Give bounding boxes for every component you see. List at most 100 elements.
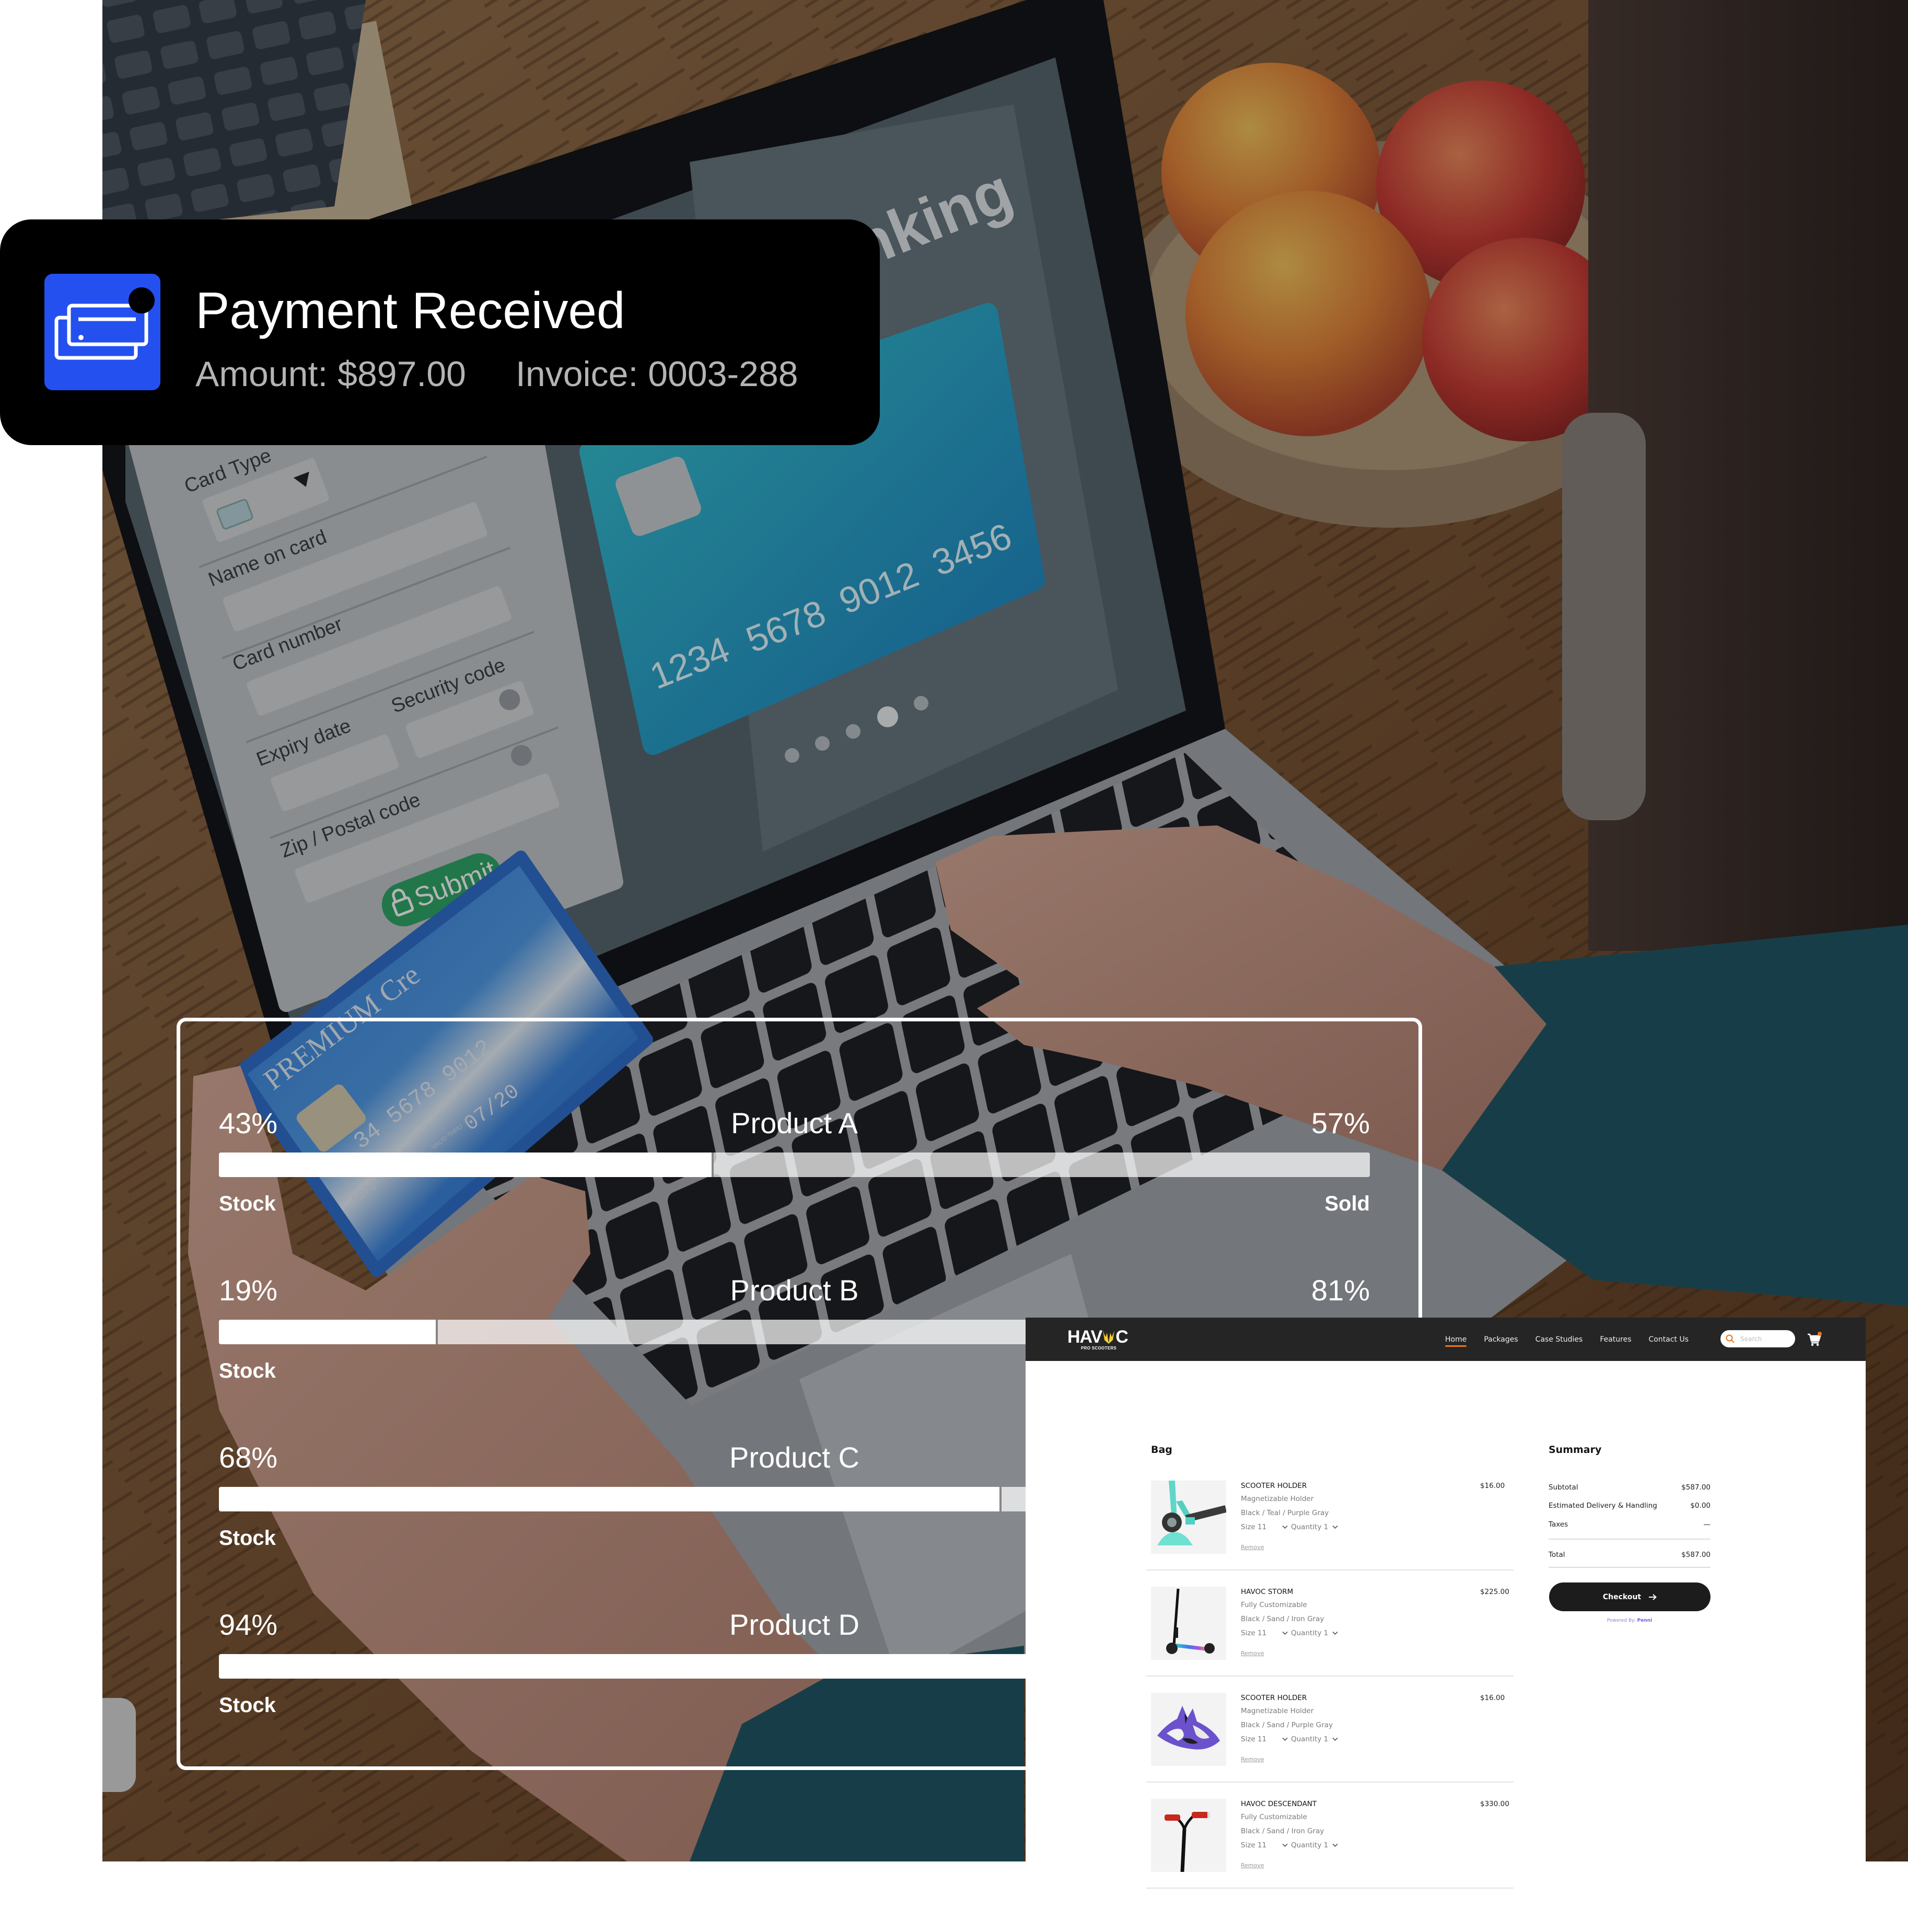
item-color: Black / Sand / Iron Gray <box>1241 1827 1324 1835</box>
taxes-row: Taxes — <box>1549 1519 1711 1530</box>
cart-button[interactable] <box>1807 1331 1822 1347</box>
size-value: Size 11 <box>1241 1735 1267 1743</box>
cart-badge <box>1818 1332 1822 1336</box>
chevron-down-icon <box>1332 1631 1338 1635</box>
size-select[interactable]: Size 11 <box>1241 1840 1288 1850</box>
stock-label: Stock <box>219 1527 276 1550</box>
item-name: HAVOC STORM <box>1241 1588 1294 1596</box>
size-value: Size 11 <box>1241 1841 1267 1849</box>
powered-by-brand[interactable]: Penni <box>1637 1618 1653 1623</box>
sold-label: Sold <box>1324 1192 1370 1215</box>
sold-percent: 57% <box>1311 1107 1370 1139</box>
quantity-select[interactable]: Quantity 1 <box>1291 1840 1338 1850</box>
flame-icon <box>1103 1331 1115 1344</box>
stock-progress-fill <box>219 1320 438 1344</box>
product-image-neo-chrome-scooter[interactable] <box>1151 1587 1226 1660</box>
size-value: Size 11 <box>1241 1629 1267 1637</box>
summary-title: Summary <box>1549 1444 1602 1456</box>
size-select[interactable]: Size 11 <box>1241 1628 1288 1638</box>
item-price: $16.00 <box>1480 1482 1505 1490</box>
quantity-select[interactable]: Quantity 1 <box>1291 1522 1338 1532</box>
product-image-teal-scooter-holder[interactable] <box>1151 1481 1226 1554</box>
bag-title: Bag <box>1151 1444 1172 1456</box>
stock-label: Stock <box>219 1359 276 1382</box>
delivery-row: Estimated Delivery & Handling $0.00 <box>1549 1500 1711 1511</box>
powered-by-label: Powered By: <box>1607 1618 1636 1623</box>
logo-text-left: HAV <box>1067 1327 1102 1347</box>
logo-text-right: C <box>1115 1327 1128 1347</box>
item-description: Fully Customizable <box>1241 1601 1307 1609</box>
chevron-down-icon <box>1332 1525 1338 1529</box>
search-icon <box>1726 1334 1735 1343</box>
taxes-value: — <box>1703 1520 1711 1529</box>
item-name: HAVOC DESCENDANT <box>1241 1800 1317 1808</box>
delivery-value: $0.00 <box>1690 1502 1711 1510</box>
item-name: SCOOTER HOLDER <box>1241 1694 1307 1702</box>
stock-label: Stock <box>219 1694 276 1717</box>
credit-card-icon <box>44 274 160 390</box>
chevron-down-icon <box>1282 1843 1288 1847</box>
product-name: Product A <box>731 1107 858 1139</box>
quantity-select[interactable]: Quantity 1 <box>1291 1734 1338 1744</box>
quantity-value: Quantity 1 <box>1291 1629 1329 1637</box>
payment-notification[interactable]: Payment Received Amount: $897.00 Invoice… <box>0 219 880 445</box>
item-color: Black / Sand / Iron Gray <box>1241 1615 1324 1623</box>
item-color: Black / Teal / Purple Gray <box>1241 1509 1329 1517</box>
product-name: Product B <box>730 1274 859 1307</box>
arrow-right-icon <box>1649 1593 1657 1600</box>
total-label: Total <box>1549 1551 1565 1559</box>
checkout-button[interactable]: Checkout <box>1549 1582 1711 1611</box>
notification-dot <box>129 287 155 313</box>
item-description: Magnetizable Holder <box>1241 1495 1314 1503</box>
stock-progress-fill <box>219 1153 714 1177</box>
chevron-down-icon <box>1332 1737 1338 1741</box>
delivery-label: Estimated Delivery & Handling <box>1549 1502 1657 1510</box>
chevron-down-icon <box>1282 1737 1288 1741</box>
search-box[interactable] <box>1720 1330 1795 1347</box>
logo-tagline: PRO SCOOTERS <box>1081 1346 1117 1351</box>
item-price: $16.00 <box>1480 1694 1505 1702</box>
nav-home[interactable]: Home <box>1445 1335 1467 1347</box>
size-select[interactable]: Size 11 <box>1241 1734 1288 1744</box>
subtotal-label: Subtotal <box>1549 1483 1578 1492</box>
nav-packages[interactable]: Packages <box>1484 1335 1518 1344</box>
product-image-purple-camo-holder[interactable] <box>1151 1693 1226 1766</box>
notification-title: Payment Received <box>195 282 625 339</box>
notification-invoice: Invoice: 0003-288 <box>516 354 798 394</box>
product-image-red-grip-bar[interactable] <box>1151 1799 1226 1872</box>
remove-link[interactable]: Remove <box>1241 1649 1264 1658</box>
summary-divider <box>1549 1567 1711 1568</box>
sold-percent: 81% <box>1311 1274 1370 1307</box>
item-name: SCOOTER HOLDER <box>1241 1482 1307 1490</box>
quantity-value: Quantity 1 <box>1291 1523 1329 1531</box>
item-color: Black / Sand / Purple Gray <box>1241 1721 1333 1729</box>
quantity-value: Quantity 1 <box>1291 1841 1329 1849</box>
checkout-label: Checkout <box>1602 1592 1642 1601</box>
summary-divider <box>1549 1539 1711 1540</box>
item-price: $330.00 <box>1480 1800 1509 1808</box>
bag-item: HAVOC STORM Fully Customizable Black / S… <box>1146 1587 1514 1677</box>
size-select[interactable]: Size 11 <box>1241 1522 1288 1532</box>
stock-progress-bar <box>219 1153 1370 1177</box>
order-summary: Summary Subtotal $587.00 Estimated Deliv… <box>1549 1318 1711 1631</box>
subtotal-row: Subtotal $587.00 <box>1549 1482 1711 1493</box>
powered-by: Powered By: Penni <box>1549 1617 1711 1624</box>
subtotal-value: $587.00 <box>1681 1483 1711 1492</box>
bag-item: HAVOC DESCENDANT Fully Customizable Blac… <box>1146 1799 1514 1889</box>
remove-link[interactable]: Remove <box>1241 1755 1264 1764</box>
search-input[interactable] <box>1740 1330 1790 1347</box>
cart-icon <box>1808 1332 1822 1346</box>
item-description: Magnetizable Holder <box>1241 1707 1314 1715</box>
chevron-down-icon <box>1282 1525 1288 1529</box>
item-description: Fully Customizable <box>1241 1813 1307 1821</box>
chevron-down-icon <box>1332 1843 1338 1847</box>
total-row: Total $587.00 <box>1549 1550 1711 1560</box>
quantity-select[interactable]: Quantity 1 <box>1291 1628 1338 1638</box>
bag-item: SCOOTER HOLDER Magnetizable Holder Black… <box>1146 1481 1514 1570</box>
chevron-down-icon <box>1282 1631 1288 1635</box>
store-cart-page: HAV C PRO SCOOTERS Home Packages Case St… <box>1026 1318 1866 1932</box>
remove-link[interactable]: Remove <box>1241 1543 1264 1552</box>
bag-item: SCOOTER HOLDER Magnetizable Holder Black… <box>1146 1693 1514 1783</box>
total-value: $587.00 <box>1681 1551 1711 1559</box>
remove-link[interactable]: Remove <box>1241 1861 1264 1870</box>
